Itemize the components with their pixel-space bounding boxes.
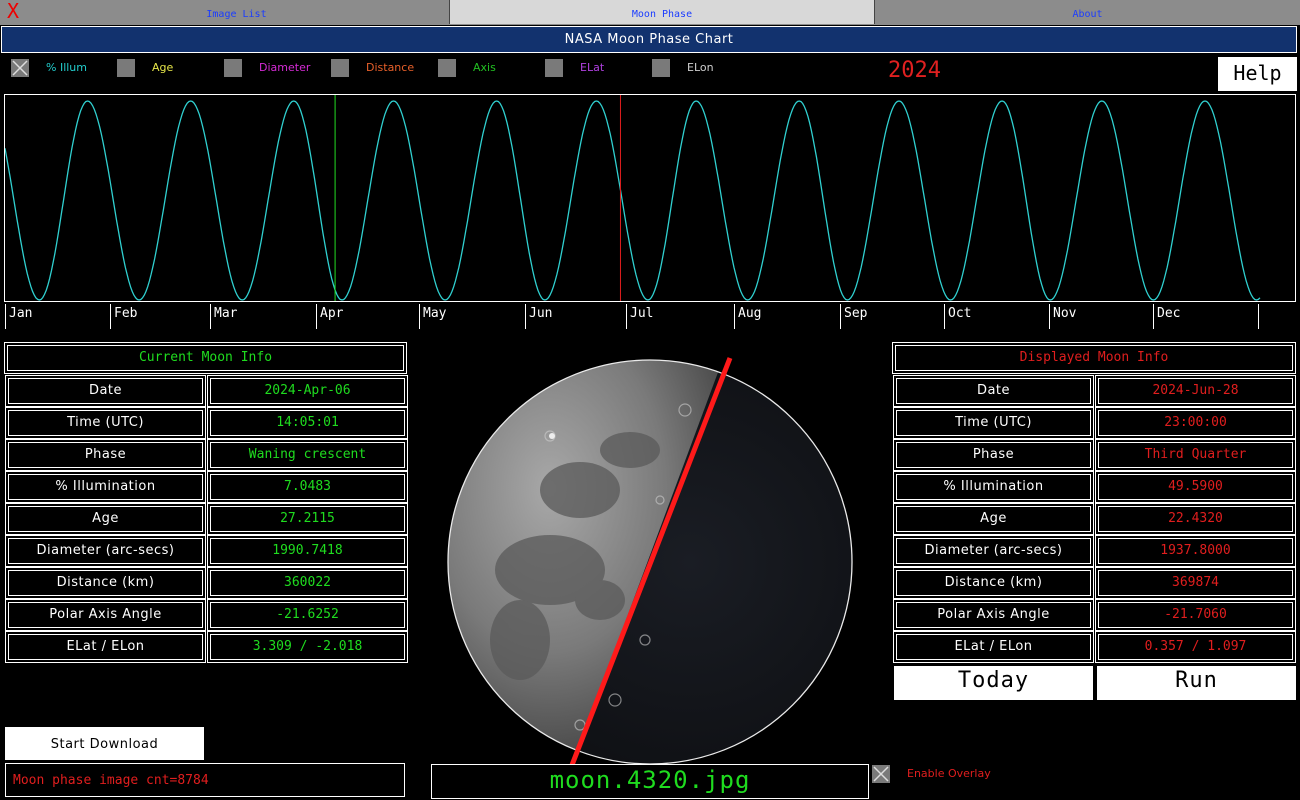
checkbox-label: ELat <box>580 61 605 74</box>
status-text: Moon phase image cnt=8784 <box>5 763 405 797</box>
info-label: Age <box>5 503 206 535</box>
info-label: Date <box>5 375 206 407</box>
illumination-chart[interactable] <box>4 94 1296 302</box>
info-label: % Illumination <box>893 471 1094 503</box>
info-label: Age <box>893 503 1094 535</box>
month-label: Jun <box>525 304 626 329</box>
info-label: Diameter (arc-secs) <box>5 535 206 567</box>
checkbox-label: Age <box>152 61 174 74</box>
run-button[interactable]: Run <box>1097 666 1296 700</box>
checkbox-axis[interactable] <box>438 59 456 77</box>
info-value: 360022 <box>207 567 408 599</box>
info-label: Time (UTC) <box>5 407 206 439</box>
today-button[interactable]: Today <box>894 666 1093 700</box>
moon-graphic <box>447 357 853 766</box>
info-label: Polar Axis Angle <box>5 599 206 631</box>
month-label: Mar <box>210 304 316 329</box>
info-value: 22.4320 <box>1095 503 1296 535</box>
info-label: Time (UTC) <box>893 407 1094 439</box>
info-value: 14:05:01 <box>207 407 408 439</box>
moon-image <box>430 340 870 766</box>
tab-moon-phase[interactable]: Moon Phase <box>450 0 875 24</box>
month-label: Oct <box>944 304 1049 329</box>
info-label: % Illumination <box>5 471 206 503</box>
info-label: Distance (km) <box>893 567 1094 599</box>
checkbox-label: Axis <box>473 61 496 74</box>
checkbox-label: ELon <box>687 61 714 74</box>
info-label: ELat / ELon <box>5 631 206 663</box>
month-label: Apr <box>316 304 419 329</box>
info-label: Diameter (arc-secs) <box>893 535 1094 567</box>
overlay-label: Enable Overlay <box>907 767 991 780</box>
year-display: 2024 <box>888 58 941 83</box>
page-title: NASA Moon Phase Chart <box>1 26 1297 53</box>
info-value: Waning crescent <box>207 439 408 471</box>
info-label: Polar Axis Angle <box>893 599 1094 631</box>
month-label: Nov <box>1049 304 1153 329</box>
info-value: 2024-Apr-06 <box>207 375 408 407</box>
overlay-checkbox[interactable] <box>872 765 890 783</box>
info-value: 49.5900 <box>1095 471 1296 503</box>
month-label: Aug <box>734 304 840 329</box>
info-label: Date <box>893 375 1094 407</box>
info-label: Distance (km) <box>5 567 206 599</box>
help-button[interactable]: Help <box>1218 57 1297 91</box>
checkbox-age[interactable] <box>117 59 135 77</box>
info-label: Phase <box>5 439 206 471</box>
info-value: 1937.8000 <box>1095 535 1296 567</box>
checkbox-label: Distance <box>366 61 415 74</box>
filename-display: moon.4320.jpg <box>431 764 869 799</box>
checkbox-diameter[interactable] <box>224 59 242 77</box>
info-value: 0.357 / 1.097 <box>1095 631 1296 663</box>
info-value: -21.6252 <box>207 599 408 631</box>
info-value: Third Quarter <box>1095 439 1296 471</box>
month-label: Feb <box>110 304 210 329</box>
checkbox-label: Diameter <box>259 61 311 74</box>
info-value: 3.309 / -2.018 <box>207 631 408 663</box>
checkbox-illum[interactable] <box>11 59 29 77</box>
chart-svg <box>5 95 1261 301</box>
info-value: 369874 <box>1095 567 1296 599</box>
checkbox-elon[interactable] <box>652 59 670 77</box>
info-value: 23:00:00 <box>1095 407 1296 439</box>
tab-image-list[interactable]: Image List <box>24 0 450 24</box>
month-label: Jul <box>626 304 734 329</box>
illum-series-line <box>5 100 1261 301</box>
month-label: May <box>419 304 525 329</box>
tab-about[interactable]: About <box>875 0 1300 24</box>
month-label: Jan <box>5 304 110 329</box>
checkbox-x-icon <box>873 766 889 782</box>
checkbox-distance[interactable] <box>331 59 349 77</box>
info-value: 27.2115 <box>207 503 408 535</box>
month-label: Sep <box>840 304 944 329</box>
checkbox-label: % Illum <box>46 61 87 74</box>
info-label: Phase <box>893 439 1094 471</box>
close-icon[interactable]: X <box>2 0 24 24</box>
checkbox-x-icon <box>12 60 28 76</box>
info-value: 1990.7418 <box>207 535 408 567</box>
info-value: 2024-Jun-28 <box>1095 375 1296 407</box>
start-download-button[interactable]: Start Download <box>5 727 204 760</box>
info-label: ELat / ELon <box>893 631 1094 663</box>
month-label: Dec <box>1153 304 1258 329</box>
checkbox-elat[interactable] <box>545 59 563 77</box>
info-value: 7.0483 <box>207 471 408 503</box>
month-end-tick <box>1258 304 1259 329</box>
displayed-info-header: Displayed Moon Info <box>892 342 1296 374</box>
current-info-header: Current Moon Info <box>4 342 407 374</box>
info-value: -21.7060 <box>1095 599 1296 631</box>
